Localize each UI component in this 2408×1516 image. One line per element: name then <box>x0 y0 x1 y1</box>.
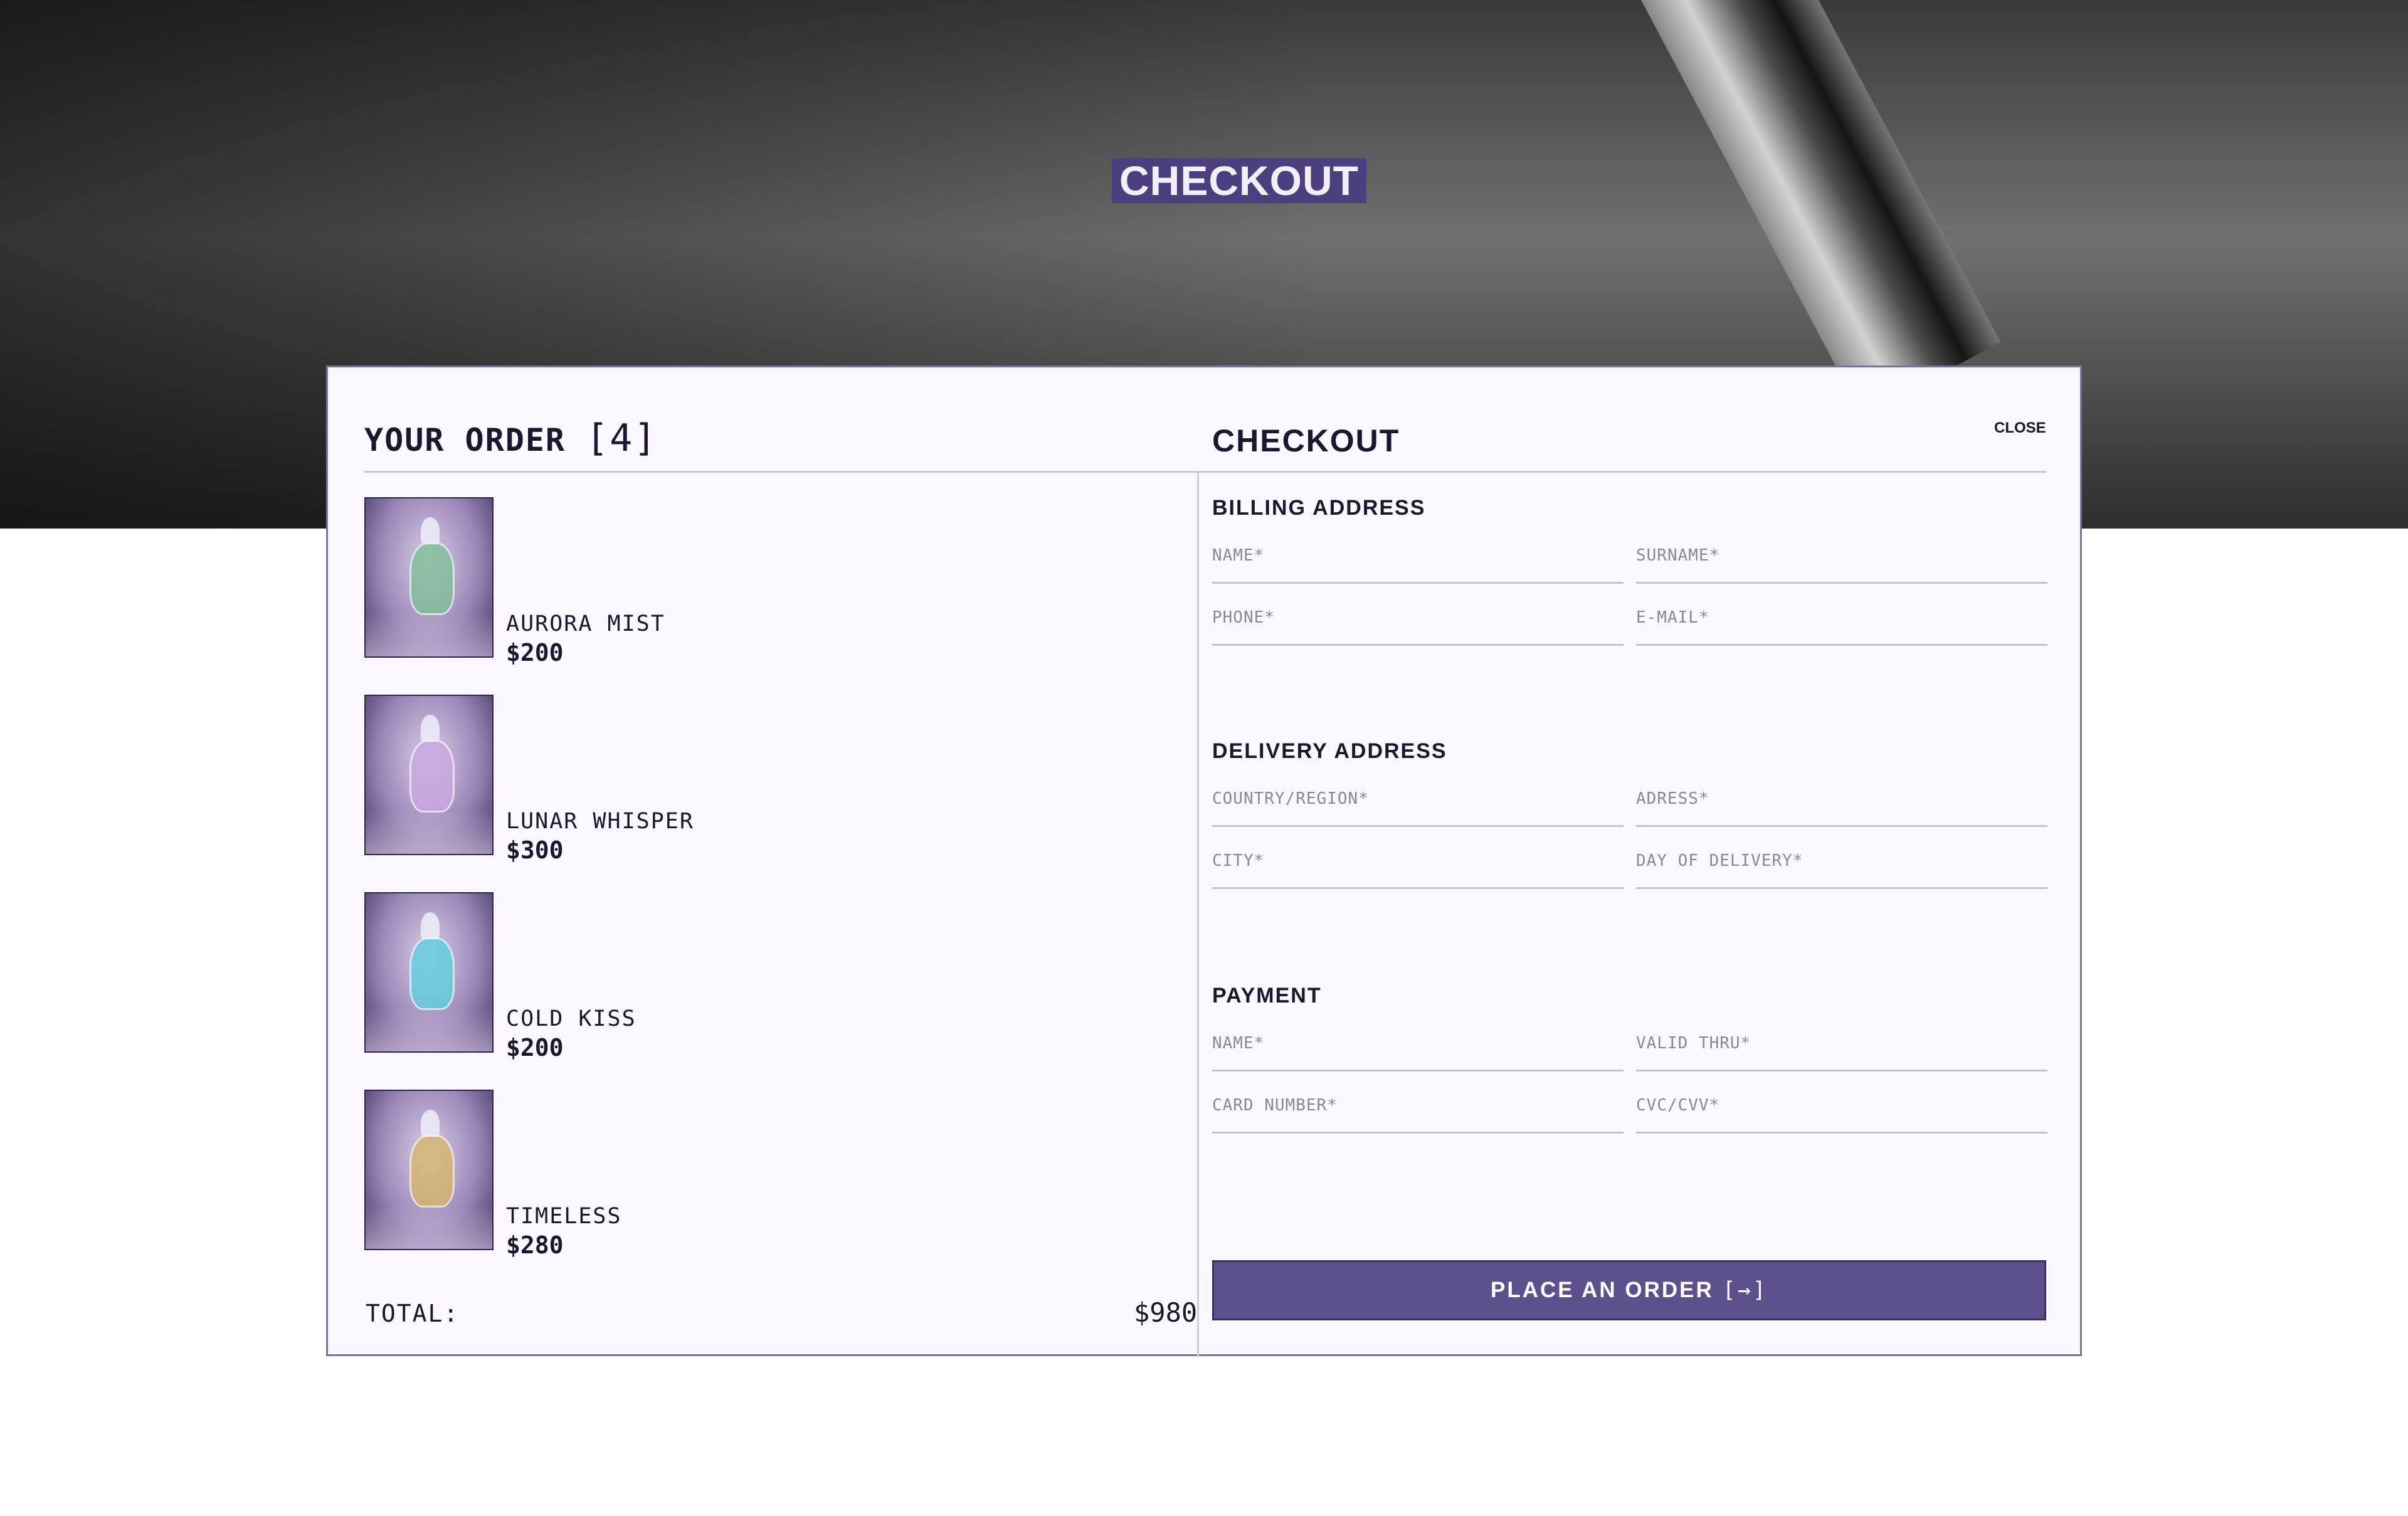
delivery-day-input[interactable] <box>1636 845 2047 876</box>
billing-section-title: BILLING ADDRESS <box>1212 496 1426 520</box>
billing-name-field <box>1212 534 1624 584</box>
order-item: AURORA MIST $200 <box>364 497 1117 666</box>
hero-decoration <box>1568 0 2001 416</box>
place-order-button[interactable]: PLACE AN ORDER [→] <box>1212 1260 2046 1320</box>
payment-cvc-input[interactable] <box>1636 1090 2047 1121</box>
delivery-country-input[interactable] <box>1212 783 1624 814</box>
order-item: LUNAR WHISPER $300 <box>364 695 1117 864</box>
total-value: $980 <box>1134 1297 1198 1328</box>
product-price: $200 <box>506 1034 564 1061</box>
billing-phone-input[interactable] <box>1212 602 1624 633</box>
product-image <box>364 695 494 855</box>
order-item: TIMELESS $280 <box>364 1090 1117 1259</box>
delivery-day-field <box>1636 839 2047 889</box>
billing-name-input[interactable] <box>1212 540 1624 571</box>
total-label: TOTAL: <box>366 1300 460 1327</box>
product-price: $300 <box>506 836 564 864</box>
place-order-label: PLACE AN ORDER <box>1491 1278 1714 1302</box>
product-name: LUNAR WHISPER <box>506 809 694 834</box>
close-button[interactable]: CLOSE <box>1994 419 2046 437</box>
delivery-city-field <box>1212 839 1624 889</box>
payment-section-title: PAYMENT <box>1212 984 1322 1008</box>
order-heading: YOUR ORDER [4] <box>364 416 658 460</box>
delivery-city-input[interactable] <box>1212 845 1624 876</box>
payment-valid-thru-field <box>1636 1021 2047 1071</box>
payment-card-number-input[interactable] <box>1212 1090 1624 1121</box>
billing-phone-field <box>1212 596 1624 646</box>
payment-cvc-field <box>1636 1083 2047 1134</box>
delivery-address-field <box>1636 777 2047 827</box>
delivery-address-input[interactable] <box>1636 783 2047 814</box>
arrow-right-icon: [→] <box>1722 1278 1768 1303</box>
billing-email-input[interactable] <box>1636 602 2047 633</box>
order-item-count: [4] <box>586 416 658 460</box>
product-name: AURORA MIST <box>506 611 665 636</box>
header-divider <box>364 471 2046 473</box>
billing-email-field <box>1636 596 2047 646</box>
order-heading-label: YOUR ORDER <box>364 422 566 458</box>
delivery-section-title: DELIVERY ADDRESS <box>1212 739 1447 763</box>
product-price: $280 <box>506 1231 564 1259</box>
column-divider <box>1197 473 1199 1356</box>
payment-card-number-field <box>1212 1083 1624 1134</box>
product-name: COLD KISS <box>506 1006 636 1031</box>
billing-surname-input[interactable] <box>1636 540 2047 571</box>
product-image <box>364 497 494 658</box>
billing-surname-field <box>1636 534 2047 584</box>
checkout-panel: YOUR ORDER [4] CHECKOUT CLOSE AURORA MIS… <box>326 366 2082 1356</box>
product-image <box>364 1090 494 1250</box>
payment-valid-thru-input[interactable] <box>1636 1028 2047 1059</box>
payment-name-field <box>1212 1021 1624 1071</box>
product-price: $200 <box>506 639 564 666</box>
payment-name-input[interactable] <box>1212 1028 1624 1059</box>
delivery-country-field <box>1212 777 1624 827</box>
hero-title: CHECKOUT <box>1112 158 1366 203</box>
checkout-heading: CHECKOUT <box>1212 423 1400 458</box>
product-image <box>364 892 494 1053</box>
order-item: COLD KISS $200 <box>364 892 1117 1061</box>
product-name: TIMELESS <box>506 1204 622 1229</box>
